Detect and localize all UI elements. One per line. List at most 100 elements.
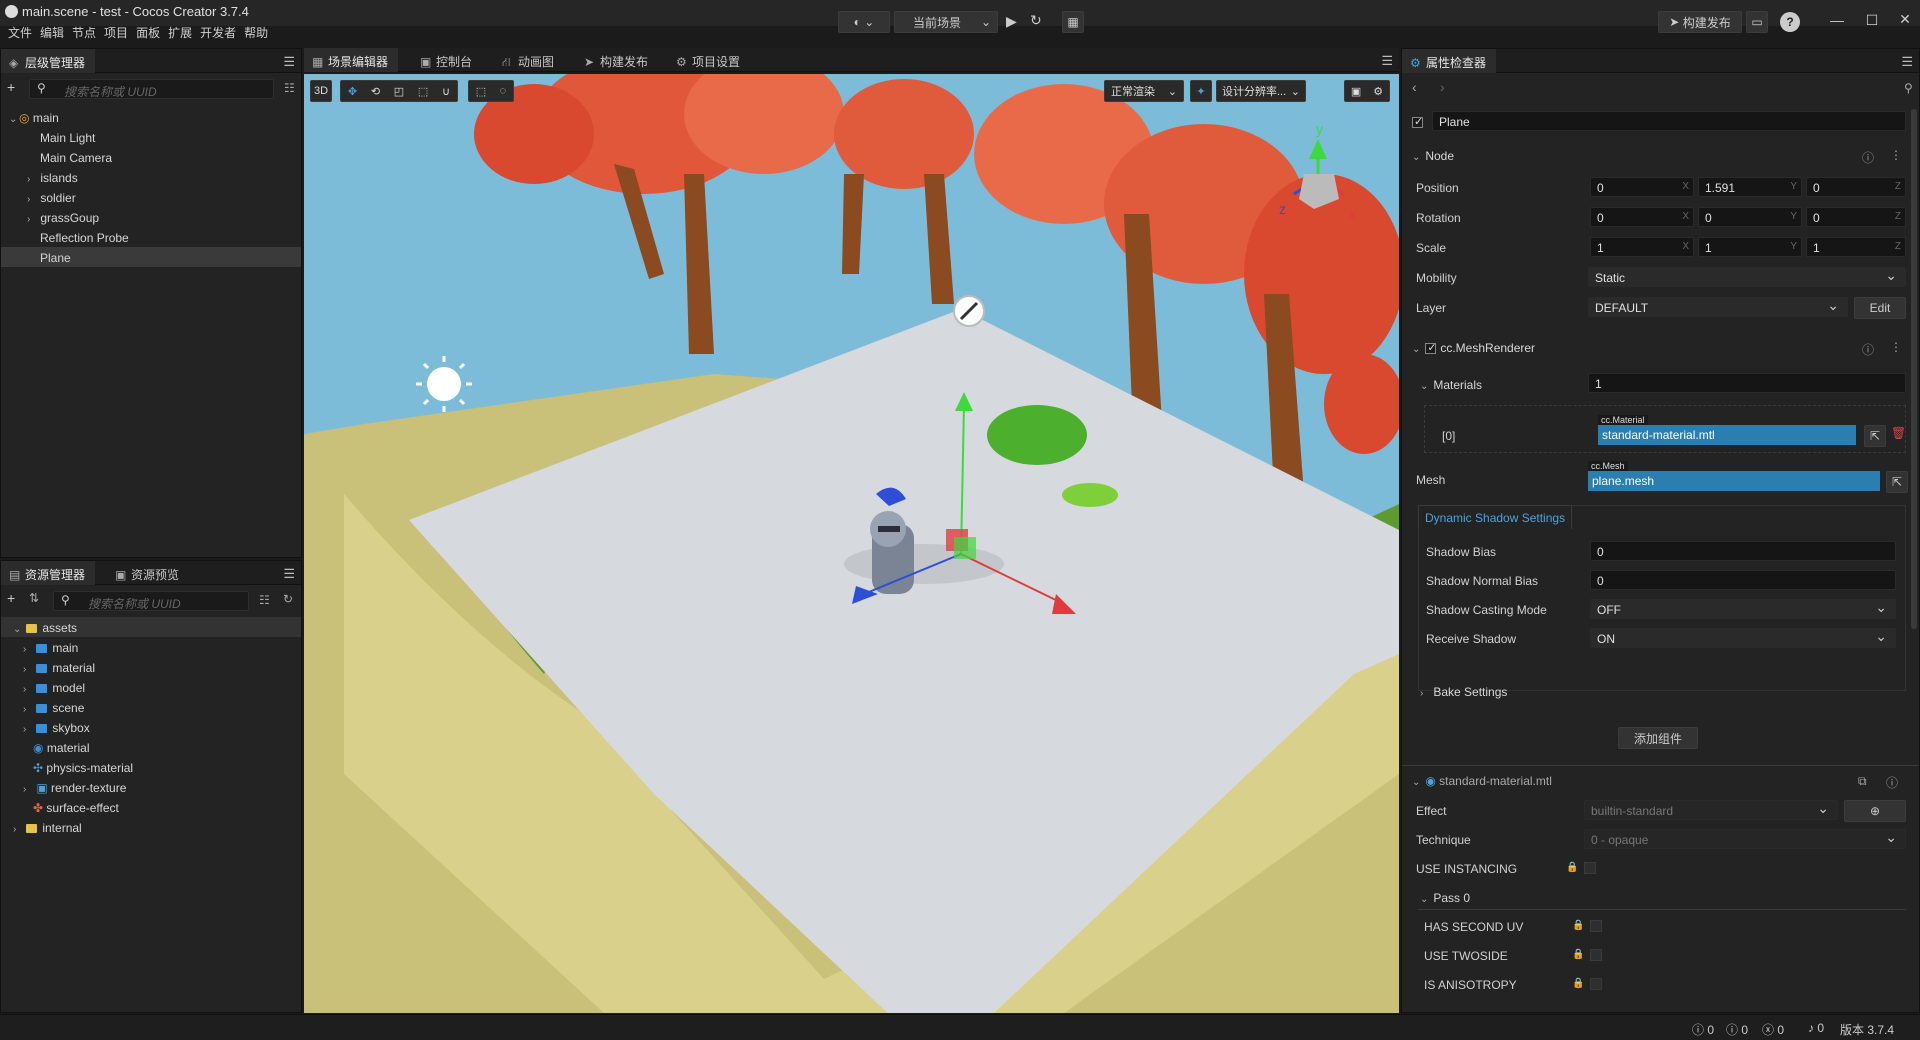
menu-panel[interactable]: 面板	[136, 24, 160, 41]
asset-render-texture[interactable]: › ▣ render-texture	[1, 777, 301, 797]
rotation-z-input[interactable]: 0Z	[1806, 207, 1906, 227]
more-icon[interactable]: ⋮	[1890, 340, 1902, 354]
locate-asset-icon[interactable]: ⇱	[1886, 471, 1908, 493]
tab-build[interactable]: ➤ 构建发布	[576, 48, 658, 72]
asset-folder-main[interactable]: › main	[1, 637, 301, 657]
shadow-bias-input[interactable]: 0	[1590, 541, 1896, 561]
tab-dynamic-shadow-settings[interactable]: Dynamic Shadow Settings	[1418, 505, 1573, 529]
materials-header[interactable]: ⌄ Materials	[1420, 378, 1482, 392]
is-anisotropy-checkbox[interactable]	[1590, 978, 1602, 990]
tree-node-soldier[interactable]: › soldier	[1, 187, 301, 207]
forward-arrow-icon[interactable]: ›	[1440, 79, 1445, 95]
layer-select[interactable]: DEFAULT	[1588, 297, 1848, 317]
build-publish-button[interactable]: ➤ 构建发布	[1658, 11, 1742, 33]
list-options-icon[interactable]: ☷	[284, 81, 295, 95]
asset-surface-effect[interactable]: ✤ surface-effect	[1, 797, 301, 817]
tree-node-grassgoup[interactable]: › grassGoup	[1, 207, 301, 227]
locate-asset-icon[interactable]: ⇱	[1864, 425, 1886, 447]
mesh-renderer-header[interactable]: ⌄ cc.MeshRenderer	[1412, 341, 1535, 355]
pass0-header[interactable]: ⌄ Pass 0	[1420, 891, 1470, 905]
asset-folder-material[interactable]: › material	[1, 657, 301, 677]
help-icon[interactable]: ⓘ	[1862, 149, 1874, 166]
notification-count[interactable]: ♪ 0	[1808, 1021, 1824, 1035]
position-y-input[interactable]: 1.591 Y	[1698, 177, 1802, 197]
back-arrow-icon[interactable]: ‹	[1412, 79, 1417, 95]
tree-node-reflection-probe[interactable]: Reflection Probe	[1, 227, 301, 247]
refresh-icon[interactable]: ↻	[283, 592, 293, 606]
mobility-select[interactable]: Static	[1588, 267, 1906, 287]
3d-mode-toggle[interactable]: 3D	[310, 80, 332, 102]
shadow-casting-mode-select[interactable]: OFF	[1590, 599, 1896, 619]
tree-node-plane[interactable]: Plane	[1, 247, 301, 267]
menu-icon[interactable]: ☰	[283, 566, 295, 582]
menu-node[interactable]: 节点	[72, 24, 96, 41]
scale-y-input[interactable]: 1Y	[1698, 237, 1802, 257]
scale-z-input[interactable]: 1Z	[1806, 237, 1906, 257]
effect-select[interactable]: builtin-standard	[1584, 800, 1838, 820]
sort-icon[interactable]: ⇅	[29, 591, 39, 605]
tree-node-main-camera[interactable]: Main Camera	[1, 147, 301, 167]
info-count[interactable]: ⓘ 0	[1692, 1021, 1714, 1038]
node-section-header[interactable]: ⌄ Node	[1412, 149, 1454, 163]
scale-x-input[interactable]: 1X	[1590, 237, 1694, 257]
asset-folder-skybox[interactable]: › skybox	[1, 717, 301, 737]
copy-icon[interactable]: ⧉	[1858, 774, 1867, 789]
menu-project[interactable]: 项目	[104, 24, 128, 41]
move-tool-icon[interactable]: ✥	[348, 85, 357, 98]
menu-icon[interactable]: ☰	[283, 54, 295, 70]
snap-icon[interactable]: ∪	[442, 85, 450, 98]
position-x-input[interactable]: 0X	[1590, 177, 1694, 197]
asset-material[interactable]: ◉ material	[1, 737, 301, 757]
play-icon[interactable]: ▶	[1006, 13, 1017, 30]
more-icon[interactable]: ⋮	[1890, 148, 1902, 162]
tab-project-settings[interactable]: ⚙ 项目设置	[668, 48, 750, 72]
technique-select[interactable]: 0 - opaque	[1584, 829, 1906, 849]
use-twoside-checkbox[interactable]	[1590, 949, 1602, 961]
coordinate-icon[interactable]: ◌	[500, 85, 507, 97]
render-mode-dropdown[interactable]: 正常渲染 ⌄	[1104, 80, 1184, 102]
menu-edit[interactable]: 编辑	[40, 24, 64, 41]
help-icon[interactable]: ?	[1780, 12, 1800, 32]
menu-developer[interactable]: 开发者	[200, 24, 236, 41]
has-second-uv-checkbox[interactable]	[1590, 920, 1602, 932]
gear-icon[interactable]: ⚙	[1373, 85, 1383, 98]
help-icon[interactable]: ⓘ	[1886, 774, 1898, 791]
rotation-x-input[interactable]: 0X	[1590, 207, 1694, 227]
pivot-icon[interactable]: ⬚	[476, 85, 486, 98]
assets-search-input[interactable]: 搜索名称或 UUID	[53, 591, 249, 611]
lightbulb-icon[interactable]: ✦	[1190, 80, 1212, 102]
menu-extension[interactable]: 扩展	[168, 24, 192, 41]
receive-shadow-select[interactable]: ON	[1590, 628, 1896, 648]
scene-viewport[interactable]: x z y 3D ✥ ⟲ ◰ ⬚ ∪ ⬚ ◌ 正常渲染 ⌄ ✦ 设计分辨率... ⌄…	[304, 74, 1399, 1013]
material-asset-field[interactable]: standard-material.mtl	[1598, 425, 1856, 445]
material-section-header[interactable]: ⌄ ◉ standard-material.mtl	[1412, 774, 1552, 788]
tab-hierarchy[interactable]: ◈ 层级管理器	[1, 49, 96, 73]
qrcode-icon[interactable]: ▦	[1062, 11, 1084, 33]
node-name-field[interactable]: Plane	[1432, 111, 1906, 131]
tree-node-main[interactable]: ⌄ ◎ main	[1, 107, 301, 127]
tree-node-main-light[interactable]: Main Light	[1, 127, 301, 147]
position-z-input[interactable]: 0Z	[1806, 177, 1906, 197]
asset-folder-scene[interactable]: › scene	[1, 697, 301, 717]
folder-open-icon[interactable]: ▭	[1746, 11, 1768, 33]
tab-assets[interactable]: ▤ 资源管理器	[1, 561, 96, 585]
rect-tool-icon[interactable]: ⬚	[418, 85, 428, 98]
shadow-normal-bias-input[interactable]: 0	[1590, 570, 1896, 590]
hierarchy-search-input[interactable]: 搜索名称或 UUID	[29, 79, 274, 99]
materials-count-input[interactable]: 1	[1588, 373, 1906, 393]
close-icon[interactable]: ✕	[1890, 11, 1920, 28]
use-instancing-checkbox[interactable]	[1584, 862, 1596, 874]
add-node-icon[interactable]: +	[7, 79, 15, 95]
menu-icon[interactable]: ☰	[1381, 53, 1393, 69]
menu-icon[interactable]: ☰	[1901, 54, 1913, 70]
asset-root-assets[interactable]: ⌄ assets	[1, 617, 301, 637]
resolution-dropdown[interactable]: 设计分辨率... ⌄	[1216, 80, 1306, 102]
locate-effect-icon[interactable]: ⊕	[1844, 800, 1906, 822]
trash-icon[interactable]: 🗑	[1891, 426, 1906, 440]
tree-node-islands[interactable]: › islands	[1, 167, 301, 187]
camera-icon[interactable]: ▣	[1351, 85, 1361, 98]
mesh-asset-field[interactable]: plane.mesh	[1588, 471, 1880, 491]
platform-dropdown[interactable]: ◐ ⌄	[838, 11, 890, 33]
asset-physics-material[interactable]: ✣ physics-material	[1, 757, 301, 777]
node-active-checkbox[interactable]	[1412, 115, 1427, 129]
